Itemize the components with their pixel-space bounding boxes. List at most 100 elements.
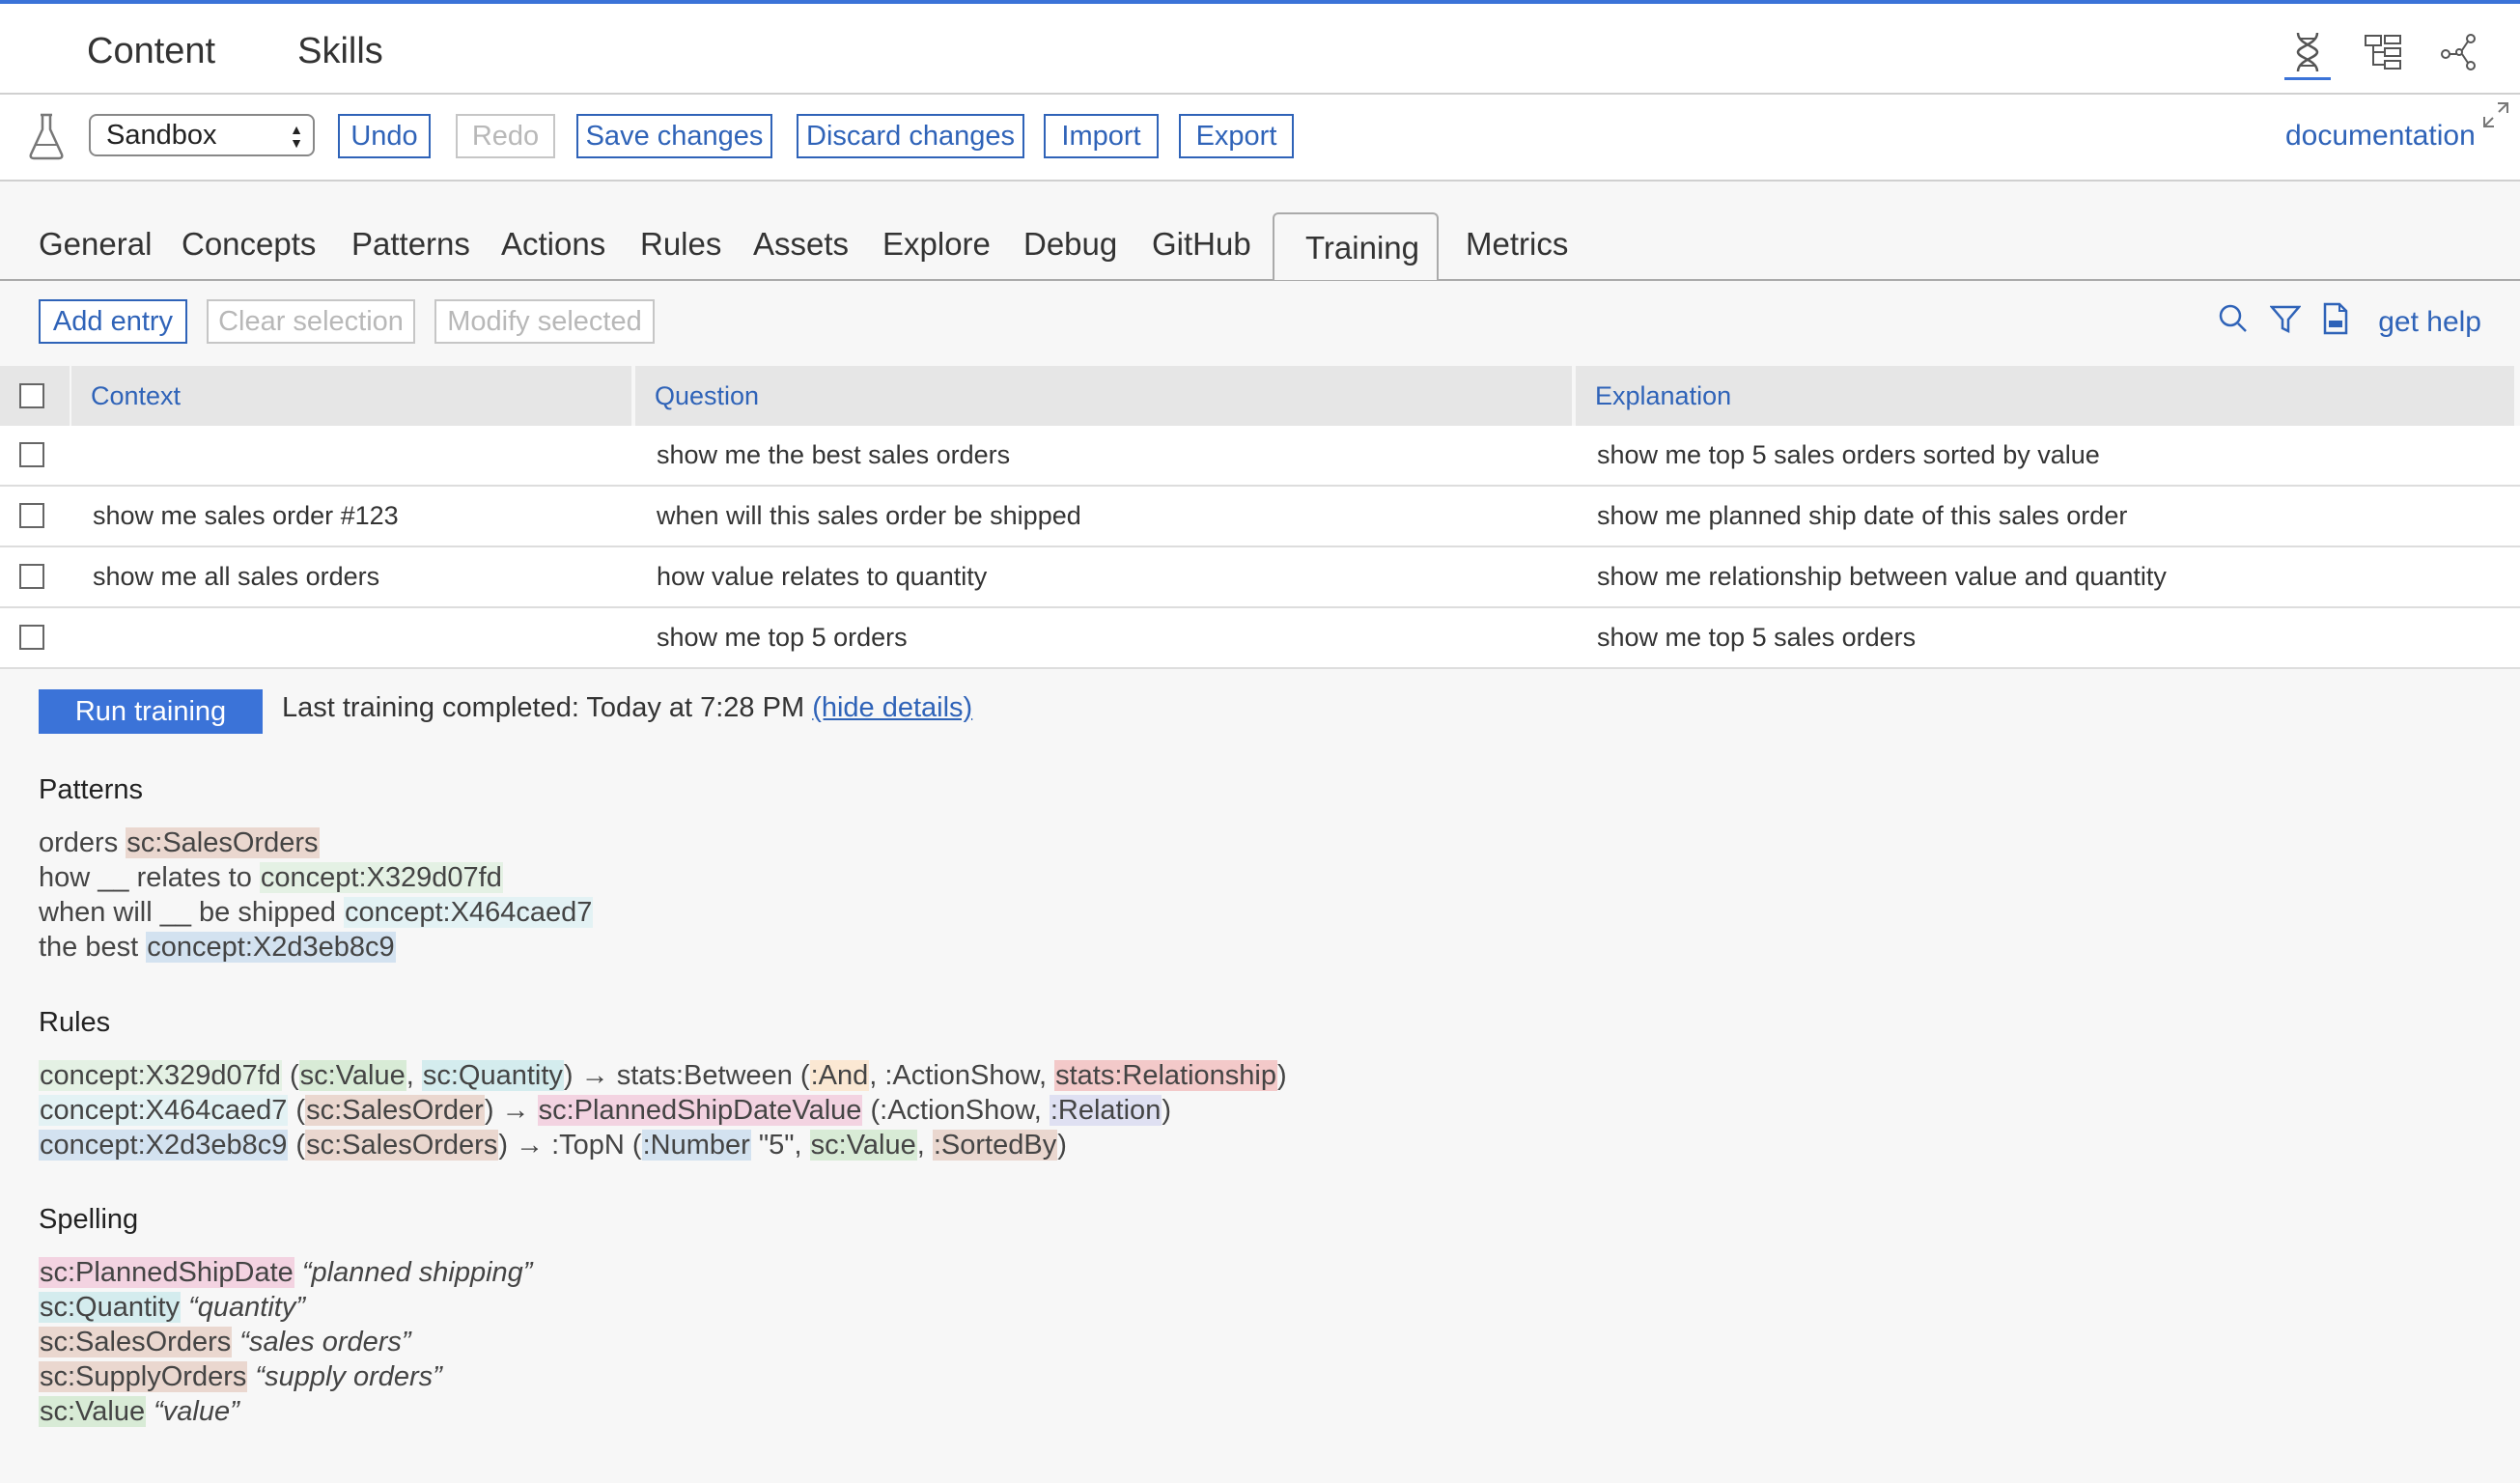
cell-question: when will this sales order be shipped	[657, 501, 1081, 530]
patterns-heading: Patterns	[39, 774, 143, 805]
spelling-line: sc:Value “value”	[39, 1396, 239, 1428]
pattern-token: concept:X464caed7	[343, 897, 594, 928]
top-header: Content Skills	[0, 4, 2520, 95]
rule-text: (:ActionShow,	[862, 1095, 1050, 1126]
rule-token: sc:SalesOrders	[305, 1130, 499, 1161]
save-changes-button[interactable]: Save changes	[576, 114, 772, 158]
search-icon[interactable]	[2218, 303, 2249, 341]
rule-text: ,	[916, 1130, 933, 1161]
spelling-token: sc:PlannedShipDate	[39, 1257, 294, 1288]
header-explanation[interactable]: Explanation	[1576, 366, 2514, 426]
rule-text: (	[281, 1060, 299, 1091]
modify-selected-button[interactable]: Modify selected	[434, 299, 655, 344]
get-help-link[interactable]: get help	[2378, 306, 2481, 339]
table-row[interactable]: show me the best sales orders show me to…	[0, 426, 2520, 487]
spelling-heading: Spelling	[39, 1204, 139, 1235]
rule-token: concept:X2d3eb8c9	[39, 1130, 289, 1161]
top-nav: Content Skills	[87, 31, 383, 72]
rule-text: )	[1057, 1130, 1067, 1161]
tab-general[interactable]: General	[39, 226, 152, 263]
topnav-skills[interactable]: Skills	[297, 31, 383, 72]
select-arrows-icon: ▲ ▼	[290, 122, 303, 151]
environment-select[interactable]: Sandbox ▲ ▼	[89, 114, 315, 156]
run-training-button[interactable]: Run training	[39, 689, 263, 734]
spelling-text: “sales orders”	[232, 1327, 411, 1357]
network-icon[interactable]	[2435, 27, 2481, 77]
rule-token: :Relation	[1049, 1095, 1162, 1126]
row-checkbox[interactable]	[19, 442, 44, 467]
rule-line: concept:X464caed7 (sc:SalesOrder) → sc:P…	[39, 1095, 1171, 1127]
pattern-text: how __ relates to	[39, 862, 260, 893]
rule-token: sc:SalesOrder	[305, 1095, 485, 1126]
tab-training[interactable]: Training	[1273, 212, 1439, 280]
tab-github[interactable]: GitHub	[1152, 226, 1251, 263]
tree-icon[interactable]	[2360, 27, 2406, 77]
spelling-token: sc:SupplyOrders	[39, 1361, 248, 1392]
spelling-text: “planned shipping”	[294, 1257, 533, 1288]
rule-text: ) → stats:Between (	[563, 1060, 810, 1091]
tab-concepts[interactable]: Concepts	[182, 226, 316, 263]
select-all-checkbox[interactable]	[19, 383, 44, 408]
tab-actions[interactable]: Actions	[501, 226, 605, 263]
rule-token: :SortedBy	[932, 1130, 1058, 1161]
cell-context: show me sales order #123	[93, 501, 399, 530]
table-row[interactable]: show me sales order #123 when will this …	[0, 487, 2520, 547]
flask-icon	[27, 112, 66, 167]
undo-button[interactable]: Undo	[338, 114, 431, 158]
toolbar: Sandbox ▲ ▼ Undo Redo Save changes Discar…	[0, 95, 2520, 182]
add-entry-button[interactable]: Add entry	[39, 299, 187, 344]
cell-explanation: show me relationship between value and q…	[1597, 562, 2167, 591]
clear-selection-button[interactable]: Clear selection	[207, 299, 415, 344]
rule-line: concept:X2d3eb8c9 (sc:SalesOrders) → :To…	[39, 1130, 1067, 1161]
row-checkbox[interactable]	[19, 503, 44, 528]
dna-icon[interactable]	[2284, 27, 2331, 80]
tab-bar: General Concepts Patterns Actions Rules …	[0, 182, 2520, 281]
rule-text: "5",	[750, 1130, 810, 1161]
cell-explanation: show me top 5 sales orders	[1597, 623, 1917, 652]
filter-icon[interactable]	[2269, 303, 2302, 341]
last-training-text: Last training completed: Today at 7:28 P…	[282, 692, 805, 723]
last-training-status: Last training completed: Today at 7:28 P…	[282, 692, 972, 724]
rule-token: sc:Value	[298, 1060, 406, 1091]
csv-file-icon[interactable]	[2322, 302, 2349, 342]
topnav-content[interactable]: Content	[87, 31, 215, 72]
header-question[interactable]: Question	[635, 366, 1572, 426]
rule-text: (	[288, 1130, 306, 1161]
export-button[interactable]: Export	[1179, 114, 1294, 158]
tab-metrics[interactable]: Metrics	[1466, 226, 1568, 263]
spelling-text: “value”	[146, 1396, 239, 1427]
table-row[interactable]: show me top 5 orders show me top 5 sales…	[0, 608, 2520, 669]
spelling-text: “quantity”	[181, 1292, 306, 1323]
row-checkbox[interactable]	[19, 564, 44, 589]
cell-explanation: show me planned ship date of this sales …	[1597, 501, 2128, 530]
tab-rules[interactable]: Rules	[640, 226, 721, 263]
table-header: Context Question Explanation	[0, 366, 2520, 426]
documentation-link[interactable]: documentation	[2285, 120, 2476, 153]
environment-value: Sandbox	[106, 120, 217, 151]
rule-token: :Number	[641, 1130, 751, 1161]
view-switcher	[2284, 27, 2481, 80]
rule-text: ) →	[484, 1095, 538, 1126]
discard-changes-button[interactable]: Discard changes	[797, 114, 1024, 158]
expand-icon[interactable]	[2481, 100, 2510, 136]
hide-details-link[interactable]: (hide details)	[812, 692, 972, 723]
cell-question: show me top 5 orders	[657, 623, 908, 652]
entry-tools: get help	[2218, 302, 2481, 342]
rule-text: ,	[406, 1060, 422, 1091]
redo-button[interactable]: Redo	[456, 114, 555, 158]
pattern-line: the best concept:X2d3eb8c9	[39, 932, 396, 964]
rule-line: concept:X329d07fd (sc:Value, sc:Quantity…	[39, 1060, 1287, 1092]
table-row[interactable]: show me all sales orders how value relat…	[0, 547, 2520, 608]
pattern-token: concept:X329d07fd	[259, 862, 503, 893]
tab-explore[interactable]: Explore	[882, 226, 991, 263]
tab-assets[interactable]: Assets	[753, 226, 849, 263]
cell-question: show me the best sales orders	[657, 440, 1011, 469]
header-context[interactable]: Context	[71, 366, 631, 426]
tab-debug[interactable]: Debug	[1023, 226, 1117, 263]
pattern-text: when will __ be shipped	[39, 897, 344, 928]
row-checkbox[interactable]	[19, 625, 44, 650]
spelling-token: sc:Quantity	[39, 1292, 182, 1323]
spelling-line: sc:SupplyOrders “supply orders”	[39, 1361, 442, 1393]
import-button[interactable]: Import	[1044, 114, 1159, 158]
tab-patterns[interactable]: Patterns	[351, 226, 470, 263]
